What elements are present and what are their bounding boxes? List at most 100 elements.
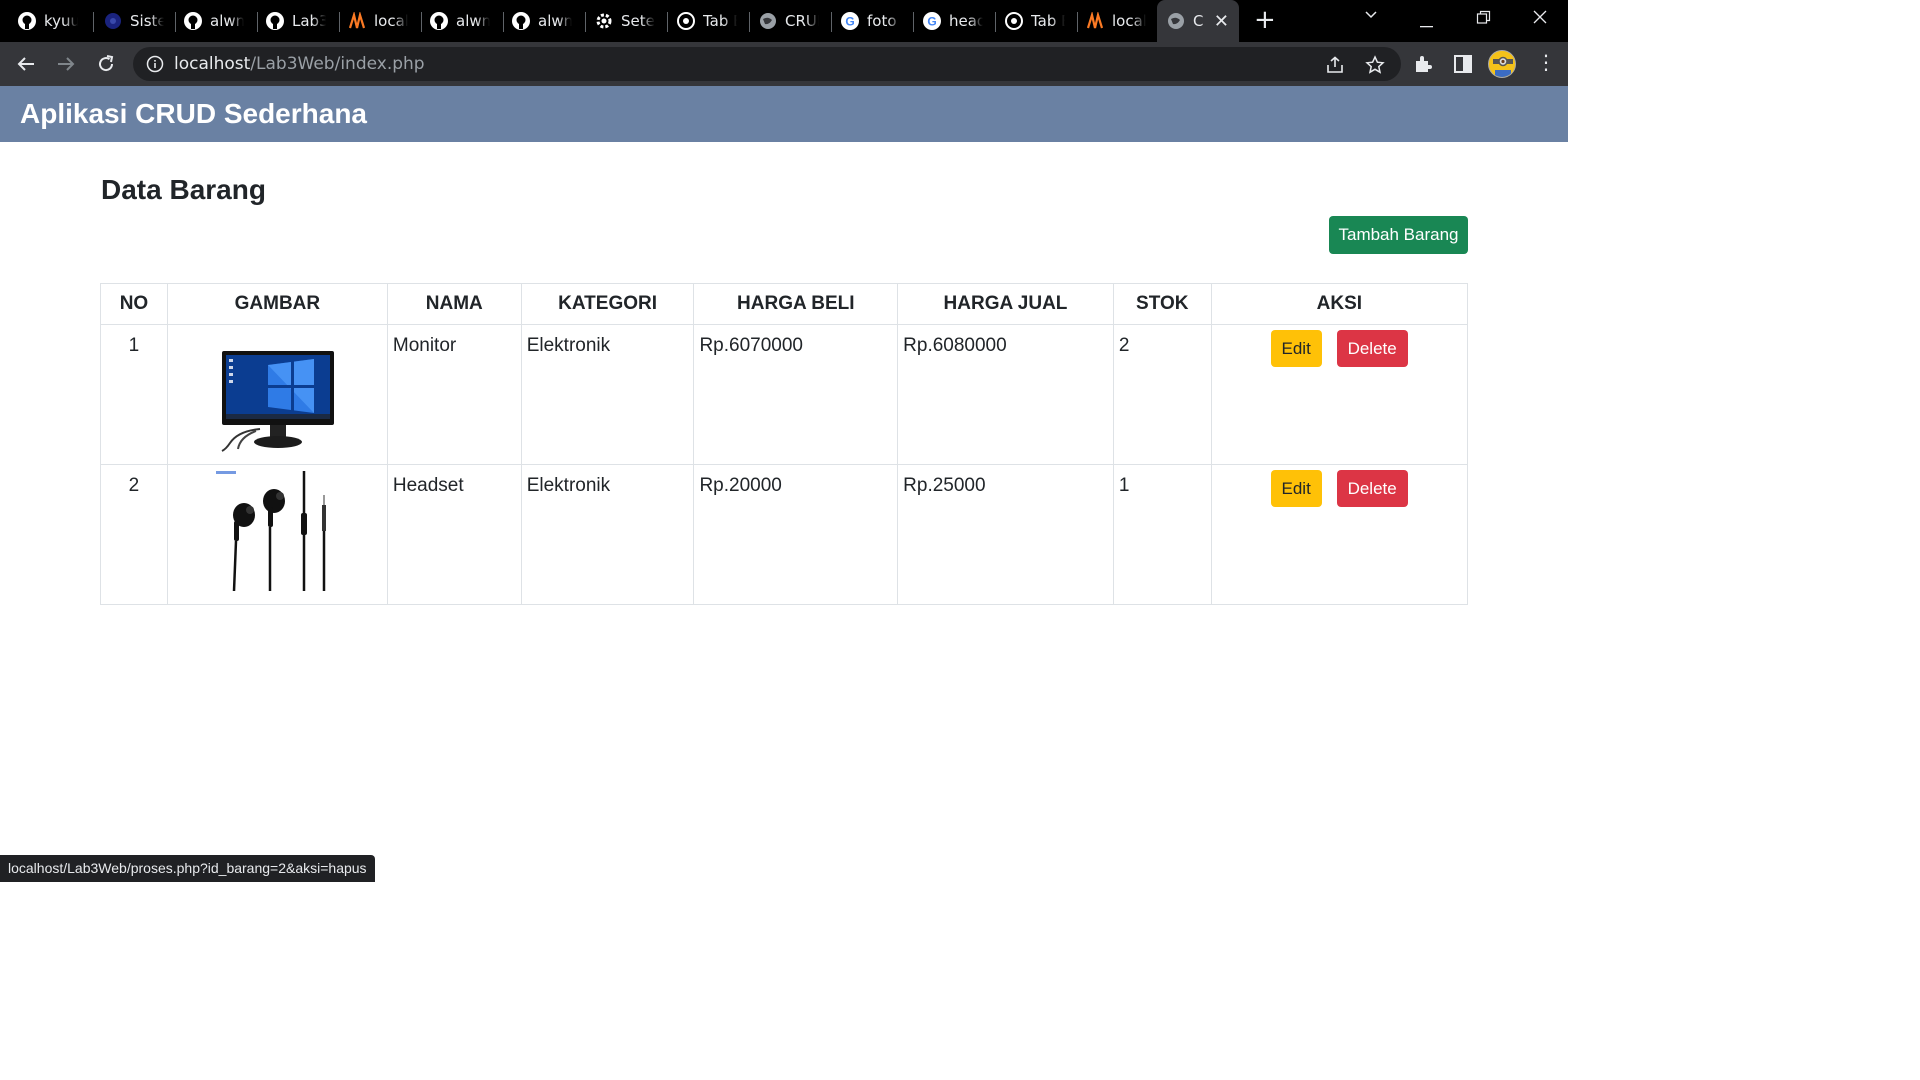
app-navbar: Aplikasi CRUD Sederhana bbox=[0, 86, 1568, 142]
tab-title: Setel bbox=[621, 12, 655, 30]
tab-title: local bbox=[1112, 12, 1146, 30]
header-nama: NAMA bbox=[386, 283, 522, 325]
github-icon bbox=[512, 12, 530, 30]
tab-separator bbox=[831, 12, 832, 32]
globe-icon bbox=[759, 12, 777, 30]
browser-tab[interactable]: Tab B bbox=[677, 0, 749, 42]
tab-separator bbox=[175, 12, 176, 32]
tab-separator bbox=[257, 12, 258, 32]
browser-tab[interactable]: Sister bbox=[104, 0, 176, 42]
header-aksi: AKSI bbox=[1210, 283, 1469, 325]
reload-button[interactable] bbox=[94, 52, 118, 76]
cell-no: 1 bbox=[100, 324, 168, 465]
share-icon[interactable] bbox=[1325, 55, 1345, 75]
browser-tab[interactable]: alwni bbox=[430, 0, 502, 42]
new-tab-button[interactable]: + bbox=[1254, 7, 1276, 33]
minimize-button[interactable] bbox=[1419, 14, 1435, 33]
url-path: /Lab3Web/index.php bbox=[250, 54, 425, 74]
cell-stok: 1 bbox=[1112, 464, 1212, 605]
cell-no: 2 bbox=[100, 464, 168, 605]
page-title: Data Barang bbox=[101, 174, 266, 205]
restore-button[interactable] bbox=[1476, 10, 1492, 30]
github-icon bbox=[184, 12, 202, 30]
tab-separator bbox=[503, 12, 504, 32]
bookmark-star-icon[interactable] bbox=[1365, 55, 1385, 75]
browser-tab[interactable]: locall bbox=[348, 0, 420, 42]
browser-tab[interactable]: Setel bbox=[595, 0, 667, 42]
cell-harga-jual: Rp.25000 bbox=[897, 464, 1114, 605]
tab-title: C bbox=[1193, 12, 1204, 30]
tab-search-icon[interactable] bbox=[1363, 6, 1379, 26]
chrome-icon bbox=[1005, 12, 1023, 30]
tab-title: alwni bbox=[538, 12, 572, 30]
header-gambar: GAMBAR bbox=[166, 283, 388, 325]
tab-title: alwni bbox=[210, 12, 244, 30]
address-bar[interactable]: localhost/Lab3Web/index.php bbox=[133, 47, 1401, 81]
edit-button[interactable]: Edit bbox=[1270, 330, 1322, 367]
header-kategori: KATEGORI bbox=[520, 283, 695, 325]
xampp-icon bbox=[1086, 12, 1104, 30]
monitor-image bbox=[221, 351, 334, 452]
cell-harga-beli: Rp.20000 bbox=[693, 464, 899, 605]
browser-tab[interactable]: alwni bbox=[512, 0, 584, 42]
info-icon[interactable] bbox=[146, 55, 164, 73]
close-tab-icon[interactable]: ✕ bbox=[1214, 11, 1229, 32]
cell-aksi: Edit Delete bbox=[1210, 464, 1469, 605]
cell-kategori: Elektronik bbox=[520, 324, 695, 465]
google-icon: G bbox=[923, 12, 941, 30]
tab-title: Tab B bbox=[703, 12, 737, 30]
extensions-icon[interactable] bbox=[1412, 53, 1434, 75]
edit-button[interactable]: Edit bbox=[1270, 470, 1322, 507]
header-harga-jual: HARGA JUAL bbox=[897, 283, 1114, 325]
browser-tab[interactable]: Tab B bbox=[1005, 0, 1077, 42]
add-item-button[interactable]: Tambah Barang bbox=[1329, 216, 1468, 254]
profile-avatar[interactable] bbox=[1488, 50, 1516, 78]
tab-separator bbox=[1077, 12, 1078, 32]
tab-separator bbox=[339, 12, 340, 32]
cell-kategori: Elektronik bbox=[520, 464, 695, 605]
github-icon bbox=[18, 12, 36, 30]
status-bar-url: localhost/Lab3Web/proses.php?id_barang=2… bbox=[0, 855, 375, 882]
svg-text:G: G bbox=[927, 15, 936, 29]
app-brand[interactable]: Aplikasi CRUD Sederhana bbox=[20, 98, 367, 130]
browser-tab[interactable]: local bbox=[1086, 0, 1158, 42]
browser-tab-bar: kyuu Sister alwni Lab3 locall alwni alwn… bbox=[0, 0, 1568, 42]
more-menu-icon[interactable]: ⋮ bbox=[1536, 52, 1556, 72]
close-window-button[interactable] bbox=[1532, 9, 1548, 29]
browser-tab[interactable]: alwni bbox=[184, 0, 256, 42]
svg-text:G: G bbox=[845, 15, 854, 29]
tab-title: foto bbox=[867, 12, 897, 30]
chrome-icon bbox=[677, 12, 695, 30]
table-header-row: NO GAMBAR NAMA KATEGORI HARGA BELI HARGA… bbox=[100, 283, 1469, 325]
url-text[interactable]: localhost/Lab3Web/index.php bbox=[174, 54, 425, 74]
xampp-icon bbox=[348, 12, 366, 30]
tab-separator bbox=[93, 12, 94, 32]
browser-tab[interactable]: G foto bbox=[841, 0, 913, 42]
back-button[interactable] bbox=[14, 52, 38, 76]
browser-tab[interactable]: CRUI bbox=[759, 0, 831, 42]
forward-button[interactable] bbox=[54, 52, 78, 76]
browser-tab-active[interactable]: C ✕ bbox=[1157, 0, 1239, 42]
github-icon bbox=[266, 12, 284, 30]
side-panel-icon[interactable] bbox=[1452, 53, 1474, 75]
tab-title: locall bbox=[374, 12, 408, 30]
browser-tab[interactable]: kyuu bbox=[18, 0, 90, 42]
browser-tab[interactable]: G head bbox=[923, 0, 995, 42]
tab-title: head bbox=[949, 12, 983, 30]
delete-button[interactable]: Delete bbox=[1336, 470, 1408, 507]
header-stok: STOK bbox=[1112, 283, 1212, 325]
site-logo-icon bbox=[104, 12, 122, 30]
cell-nama: Headset bbox=[386, 464, 522, 605]
cell-gambar bbox=[166, 464, 388, 605]
delete-button[interactable]: Delete bbox=[1336, 330, 1408, 367]
tab-title: Tab B bbox=[1031, 12, 1065, 30]
browser-tab[interactable]: Lab3 bbox=[266, 0, 338, 42]
tab-title: alwni bbox=[456, 12, 490, 30]
globe-icon bbox=[1167, 12, 1185, 30]
cell-gambar bbox=[166, 324, 388, 465]
browser-toolbar: localhost/Lab3Web/index.php ⋮ bbox=[0, 42, 1568, 86]
tab-title: Lab3 bbox=[292, 12, 326, 30]
cell-harga-beli: Rp.6070000 bbox=[693, 324, 899, 465]
tab-title: kyuu bbox=[44, 12, 78, 30]
items-table: NO GAMBAR NAMA KATEGORI HARGA BELI HARGA… bbox=[100, 283, 1469, 605]
